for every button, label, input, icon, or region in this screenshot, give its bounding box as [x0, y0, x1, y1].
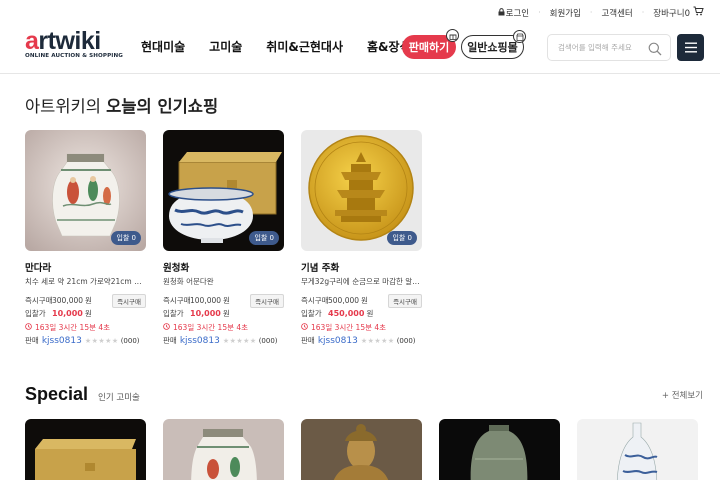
- special-subtitle: 인기 고미술: [98, 393, 140, 403]
- product-card[interactable]: 입찰 0 원청화 원청화 어문다완 즉시구매 100,000 원 즉시구매 입찰가…: [163, 130, 284, 346]
- login-label: 로그인: [505, 8, 530, 19]
- buy-now-row: 즉시구매 100,000 원 즉시구매: [163, 293, 284, 308]
- divider: ·: [538, 8, 541, 17]
- special-item-image[interactable]: [301, 419, 422, 480]
- special-section-header: Special 인기 고미술: [25, 384, 140, 405]
- seller-row: 판매 kjss0813 ★★★★★ (000): [163, 335, 278, 346]
- hamburger-icon: [684, 38, 697, 57]
- support-link[interactable]: 고객센터: [601, 7, 632, 19]
- product-title[interactable]: 만다라: [25, 260, 146, 274]
- buy-now-row: 즉시구매 300,000 원 즉시구매: [25, 293, 146, 308]
- product-card[interactable]: 입찰 0 기념 주화 무게32g구리에 순금으로 마감한 알품... 즉시구매 …: [301, 130, 422, 346]
- buy-now-button[interactable]: 즉시구매: [112, 293, 146, 308]
- buy-now-button[interactable]: 즉시구매: [388, 293, 422, 308]
- seller-row: 판매 kjss0813 ★★★★★ (000): [25, 335, 140, 346]
- seller-link[interactable]: kjss0813: [42, 336, 82, 346]
- utility-bar: 로그인 · 회원가입 · 고객센터 · 장바구니0: [498, 6, 704, 19]
- special-title: Special: [25, 384, 89, 404]
- review-count: (000): [120, 336, 140, 345]
- header-divider: [0, 73, 720, 74]
- bid-count-badge: 입찰 0: [111, 231, 141, 245]
- review-count: (000): [396, 336, 416, 345]
- time-remaining: 163일 3시간 15분 4초: [25, 322, 146, 333]
- bid-price-row: 입찰가 10,000 원: [163, 309, 230, 318]
- general-shop-button[interactable]: 일반쇼핑몰: [461, 30, 526, 59]
- main-nav: 현대미술 고미술 취미&근현대사 홈&장식: [141, 38, 433, 55]
- special-item-image[interactable]: [25, 419, 146, 480]
- clock-icon: [163, 323, 170, 332]
- seller-link[interactable]: kjss0813: [318, 336, 358, 346]
- seller-row: 판매 kjss0813 ★★★★★ (000): [301, 335, 416, 346]
- menu-button[interactable]: [677, 34, 704, 61]
- time-remaining: 163일 3시간 15분 4초: [163, 322, 284, 333]
- bid-price-row: 입찰가 10,000 원: [25, 309, 92, 318]
- rating-stars: ★★★★★: [84, 336, 119, 345]
- section-title: 아트위키의 오늘의 인기쇼핑: [25, 97, 219, 116]
- bid-price-row: 입찰가 450,000 원: [301, 309, 374, 318]
- bid-count-badge: 입찰 0: [387, 231, 417, 245]
- general-shop-label: 일반쇼핑몰: [467, 41, 518, 54]
- view-all-link[interactable]: + 전체보기: [662, 389, 703, 401]
- lock-icon: [498, 7, 505, 18]
- nav-antique-art[interactable]: 고미술: [209, 38, 242, 55]
- product-title[interactable]: 기념 주화: [301, 260, 422, 274]
- cart-link[interactable]: 장바구니0: [653, 6, 704, 19]
- nav-modern-art[interactable]: 현대미술: [141, 38, 185, 55]
- clock-icon: [25, 323, 32, 332]
- gift-icon: [446, 29, 459, 42]
- sell-button[interactable]: 판매하기: [402, 29, 459, 59]
- special-item-image[interactable]: [163, 419, 284, 480]
- buy-now-row: 즉시구매 500,000 원 즉시구매: [301, 293, 422, 308]
- special-item-image[interactable]: [577, 419, 698, 480]
- search-input[interactable]: [558, 43, 648, 52]
- product-desc: 원청화 어문다완: [163, 277, 214, 286]
- divider: ·: [641, 8, 645, 17]
- rating-stars: ★★★★★: [360, 336, 395, 345]
- product-title[interactable]: 원청화: [163, 260, 284, 274]
- special-item-image[interactable]: [439, 419, 560, 480]
- seller-link[interactable]: kjss0813: [180, 336, 220, 346]
- buy-now-button[interactable]: 즉시구매: [250, 293, 284, 308]
- logo-tagline: ONLINE AUCTION & SHOPPING: [25, 53, 123, 59]
- review-count: (000): [258, 336, 278, 345]
- divider: ·: [589, 8, 593, 17]
- cart-icon: [693, 6, 704, 19]
- clock-icon: [301, 323, 308, 332]
- bid-count-badge: 입찰 0: [249, 231, 279, 245]
- product-desc: 치수 세로 약 21cm 가로약21cm 높...: [25, 277, 146, 286]
- store-icon: [513, 30, 526, 43]
- cart-label: 장바구니0: [653, 8, 690, 19]
- search-icon[interactable]: [648, 41, 662, 60]
- product-image-jar[interactable]: 입찰 0: [25, 130, 146, 251]
- join-link[interactable]: 회원가입: [550, 7, 581, 19]
- sell-button-label: 판매하기: [408, 41, 450, 54]
- nav-hobby-history[interactable]: 취미&근현대사: [266, 38, 343, 55]
- rating-stars: ★★★★★: [222, 336, 257, 345]
- time-remaining: 163일 3시간 15분 4초: [301, 322, 422, 333]
- logo-wordmark: artwiki: [25, 27, 101, 55]
- product-card[interactable]: 입찰 0 만다라 치수 세로 약 21cm 가로약21cm 높... 즉시구매 …: [25, 130, 146, 346]
- search-box: [547, 34, 671, 61]
- artwiki-logo[interactable]: artwiki ONLINE AUCTION & SHOPPING: [25, 27, 123, 60]
- product-image-bowl[interactable]: 입찰 0: [163, 130, 284, 251]
- login-link[interactable]: 로그인: [498, 7, 529, 19]
- product-image-coin[interactable]: 입찰 0: [301, 130, 422, 251]
- product-desc: 무게32g구리에 순금으로 마감한 알품...: [301, 277, 422, 286]
